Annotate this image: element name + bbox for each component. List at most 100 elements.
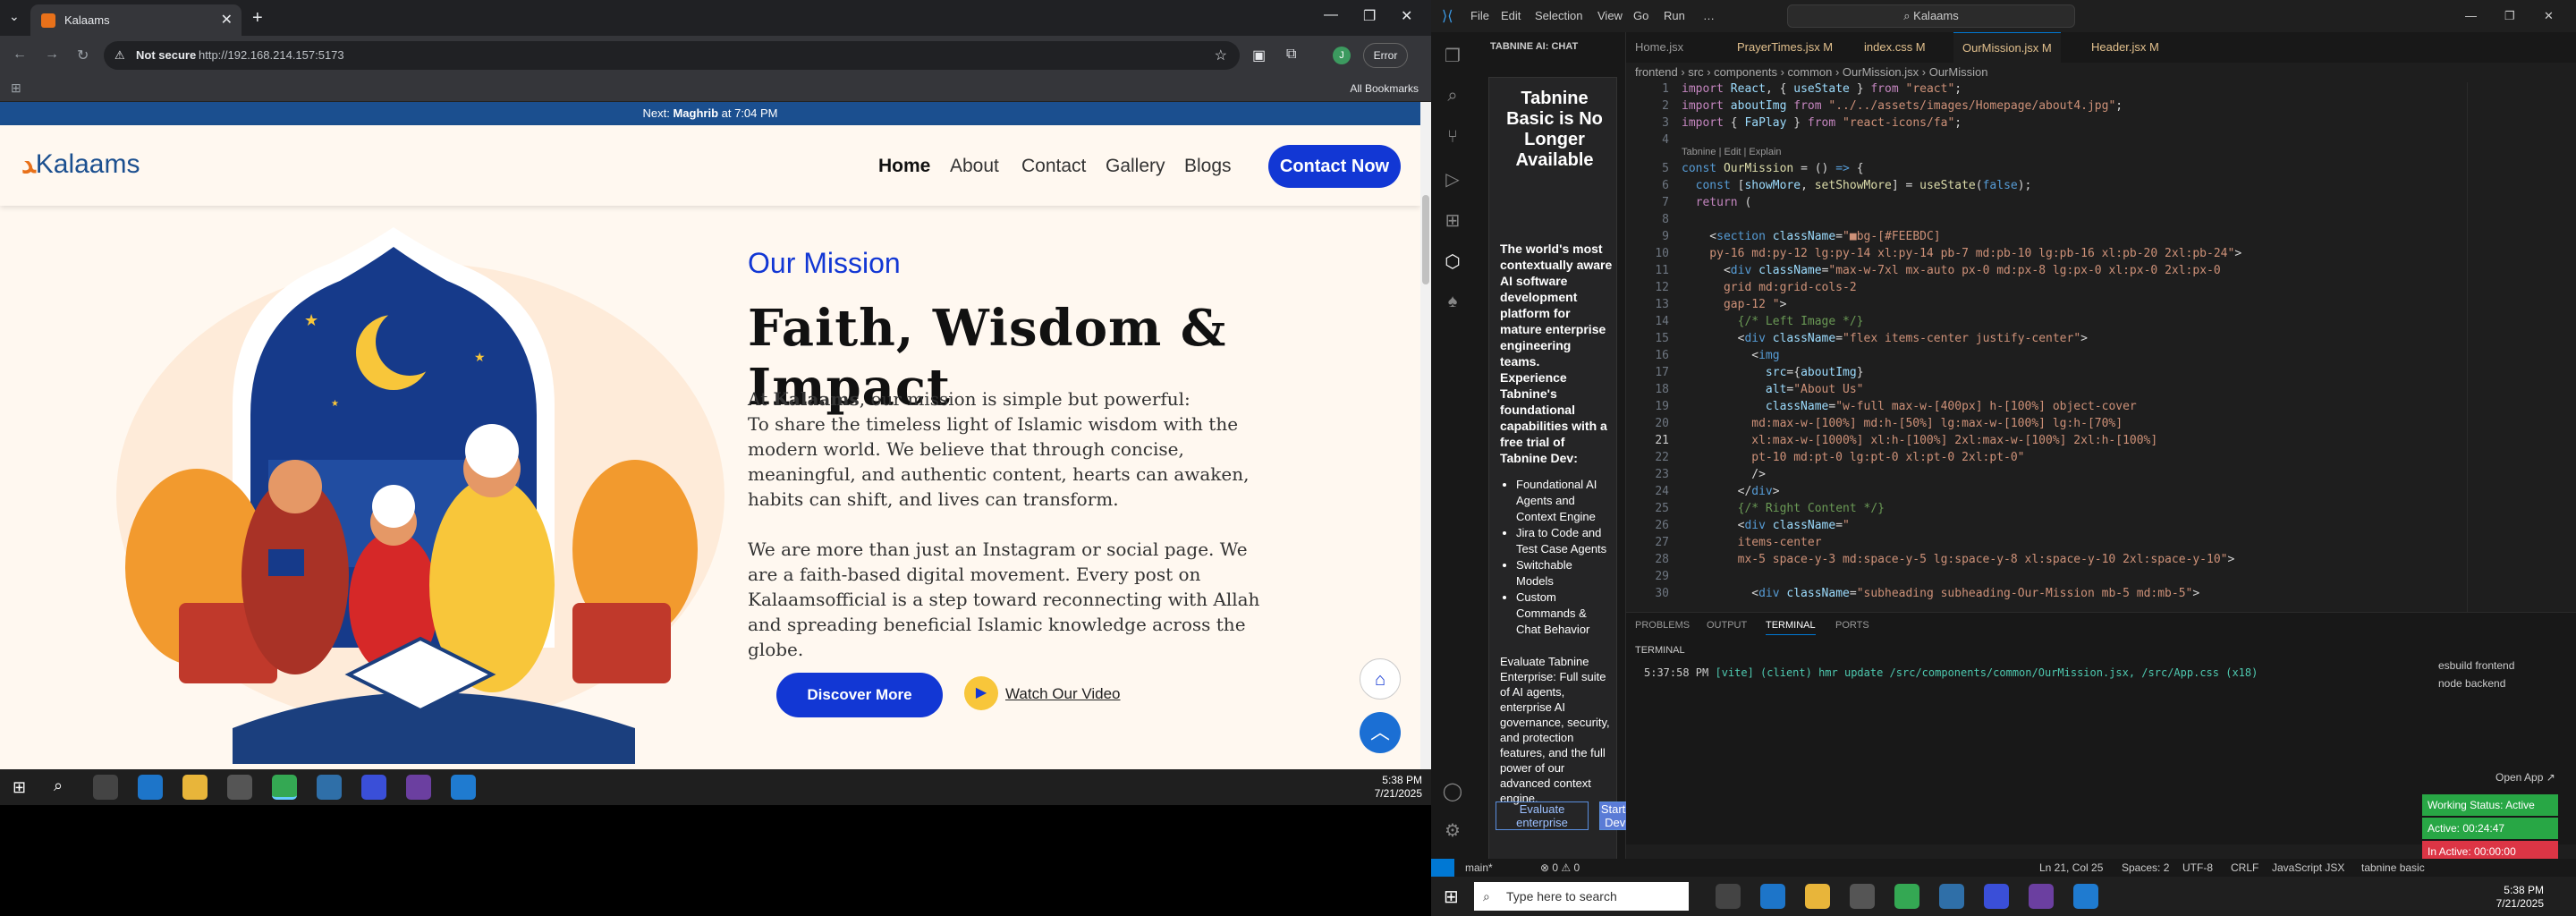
panel-tab-problems[interactable]: PROBLEMS <box>1635 620 1690 631</box>
panel-tab-output[interactable]: OUTPUT <box>1707 620 1747 631</box>
task-view-icon[interactable] <box>1716 884 1741 909</box>
site-logo[interactable]: ﺪKalaams <box>21 148 140 180</box>
taskbar-clock[interactable]: 5:38 PM 7/21/2025 <box>1375 774 1422 801</box>
url-text[interactable]: http://192.168.214.157:5173 <box>199 48 344 62</box>
close-tab-icon[interactable]: ✕ <box>221 11 233 29</box>
tab-ourmission[interactable]: OurMission.jsx M <box>1953 32 2061 63</box>
search-icon[interactable]: ⌕ <box>54 776 63 795</box>
nav-home[interactable]: Home <box>878 156 930 177</box>
taskbar-clock[interactable]: 5:38 PM 7/21/2025 <box>2496 884 2544 911</box>
tab-header[interactable]: Header.jsx M <box>2082 32 2168 63</box>
file-explorer-icon[interactable] <box>182 775 208 800</box>
zoom-icon[interactable] <box>1984 884 2009 909</box>
vscode-taskbar-icon[interactable] <box>2073 884 2098 909</box>
account-icon[interactable]: ◯ <box>1442 780 1463 802</box>
github-icon[interactable] <box>2029 884 2054 909</box>
store-icon[interactable] <box>1850 884 1875 909</box>
command-center[interactable]: ⌕ Kalaams <box>1787 4 2075 28</box>
terminal-section-header[interactable]: TERMINAL <box>1635 645 1685 656</box>
codelens[interactable]: Tabnine | Edit | Explain <box>1682 147 1782 157</box>
vscode-minimize-icon[interactable]: — <box>2465 9 2477 22</box>
minimize-icon[interactable]: — <box>1324 7 1338 23</box>
extensions-puzzle-icon[interactable]: ⧉ <box>1286 47 1296 63</box>
tab-home[interactable]: Home.jsx <box>1626 32 1692 63</box>
prayer-widget-icon[interactable]: ⌂ <box>1360 658 1401 700</box>
windows-start-icon[interactable]: ⊞ <box>13 778 26 797</box>
nav-contact[interactable]: Contact <box>1021 156 1086 177</box>
tab-search-icon[interactable]: ⌄ <box>9 9 20 24</box>
tabnine-status[interactable]: tabnine basic <box>2361 859 2425 877</box>
panel-tab-terminal[interactable]: TERMINAL <box>1766 620 1816 635</box>
store-icon[interactable] <box>227 775 252 800</box>
breadcrumb[interactable]: frontend › src › components › common › O… <box>1626 63 2576 82</box>
menu-selection[interactable]: Selection <box>1535 9 1582 22</box>
discover-more-button[interactable]: Discover More <box>776 673 943 717</box>
indent-spaces[interactable]: Spaces: 2 <box>2122 859 2169 877</box>
extension-icon[interactable]: ▣ <box>1252 47 1266 64</box>
menu-file[interactable]: File <box>1470 9 1489 22</box>
not-secure-icon[interactable]: ⚠ <box>114 48 125 63</box>
page-scrollbar[interactable] <box>1420 102 1431 769</box>
play-icon[interactable]: ▶ <box>964 676 998 710</box>
chrome-icon[interactable] <box>272 775 297 800</box>
error-button[interactable]: Error <box>1363 43 1408 68</box>
git-branch[interactable]: main* <box>1465 859 1493 877</box>
restore-icon[interactable]: ❐ <box>1363 7 1376 25</box>
terminal-output[interactable]: 5:37:58 PM [vite] (client) hmr update /s… <box>1644 666 2258 679</box>
all-bookmarks[interactable]: All Bookmarks <box>1350 82 1419 95</box>
language-mode[interactable]: JavaScript JSX <box>2272 859 2344 877</box>
edge-icon[interactable] <box>1760 884 1785 909</box>
browser-tab[interactable]: Kalaams ✕ <box>30 4 242 36</box>
eol[interactable]: CRLF <box>2231 859 2258 877</box>
settings-gear-icon[interactable]: ⚙ <box>1442 819 1463 841</box>
vscode-taskbar-icon[interactable] <box>451 775 476 800</box>
tab-index-css[interactable]: index.css M <box>1855 32 1935 63</box>
task-view-icon[interactable] <box>93 775 118 800</box>
menu-view[interactable]: View <box>1597 9 1623 22</box>
windows-start-icon[interactable]: ⊞ <box>1444 886 1459 908</box>
minimap[interactable] <box>2467 82 2565 623</box>
profile-avatar[interactable]: J <box>1333 47 1351 64</box>
contact-now-button[interactable]: Contact Now <box>1268 145 1401 188</box>
address-bar[interactable]: ⚠ Not secure http://192.168.214.157:5173… <box>104 41 1240 70</box>
app-icon[interactable] <box>317 775 342 800</box>
encoding[interactable]: UTF-8 <box>2182 859 2213 877</box>
nav-gallery[interactable]: Gallery <box>1106 156 1165 177</box>
terminal-entry[interactable]: esbuild frontend <box>2438 659 2576 672</box>
cursor-position[interactable]: Ln 21, Col 25 <box>2039 859 2103 877</box>
code-area[interactable]: 1 import React, { useState } from "react"… <box>1626 82 2467 623</box>
remote-indicator-icon[interactable] <box>1431 859 1454 877</box>
edge-icon[interactable] <box>138 775 163 800</box>
explorer-icon[interactable]: ❐ <box>1442 45 1463 66</box>
evaluate-enterprise-button[interactable]: Evaluate enterprise <box>1496 802 1589 830</box>
close-window-icon[interactable]: ✕ <box>1401 7 1412 25</box>
scroll-top-icon[interactable]: ︿ <box>1360 712 1401 753</box>
vscode-close-icon[interactable]: ✕ <box>2544 9 2554 23</box>
menu-more[interactable]: … <box>1703 9 1715 22</box>
zoom-icon[interactable] <box>361 775 386 800</box>
run-debug-icon[interactable]: ▷ <box>1442 168 1463 190</box>
chrome-icon[interactable] <box>1894 884 1919 909</box>
scroll-thumb[interactable] <box>1422 195 1429 284</box>
search-view-icon[interactable]: ⌕ <box>1442 86 1463 107</box>
terminal-entry[interactable]: node backend <box>2438 677 2576 690</box>
apps-grid-icon[interactable]: ⊞ <box>11 81 21 96</box>
panel-tab-ports[interactable]: PORTS <box>1835 620 1869 631</box>
file-explorer-icon[interactable] <box>1805 884 1830 909</box>
reload-icon[interactable]: ↻ <box>77 47 89 64</box>
menu-run[interactable]: Run <box>1664 9 1685 22</box>
new-tab-icon[interactable]: + <box>252 8 263 29</box>
bookmark-star-icon[interactable]: ☆ <box>1215 47 1227 64</box>
problems-count[interactable]: ⊗ 0 ⚠ 0 <box>1540 859 1580 877</box>
leaf-icon[interactable]: ♠ <box>1442 292 1463 313</box>
tabnine-icon[interactable]: ⬡ <box>1442 250 1463 272</box>
vscode-restore-icon[interactable]: ❐ <box>2504 9 2515 23</box>
source-control-icon[interactable]: ⑂ <box>1442 127 1463 148</box>
extensions-icon[interactable]: ⊞ <box>1442 209 1463 231</box>
watch-video-link[interactable]: Watch Our Video <box>1005 685 1121 703</box>
nav-about[interactable]: About <box>950 156 999 177</box>
forward-icon[interactable]: → <box>45 47 59 63</box>
app-icon[interactable] <box>1939 884 1964 909</box>
open-app-link[interactable]: Open App ↗ <box>2496 771 2555 784</box>
github-icon[interactable] <box>406 775 431 800</box>
